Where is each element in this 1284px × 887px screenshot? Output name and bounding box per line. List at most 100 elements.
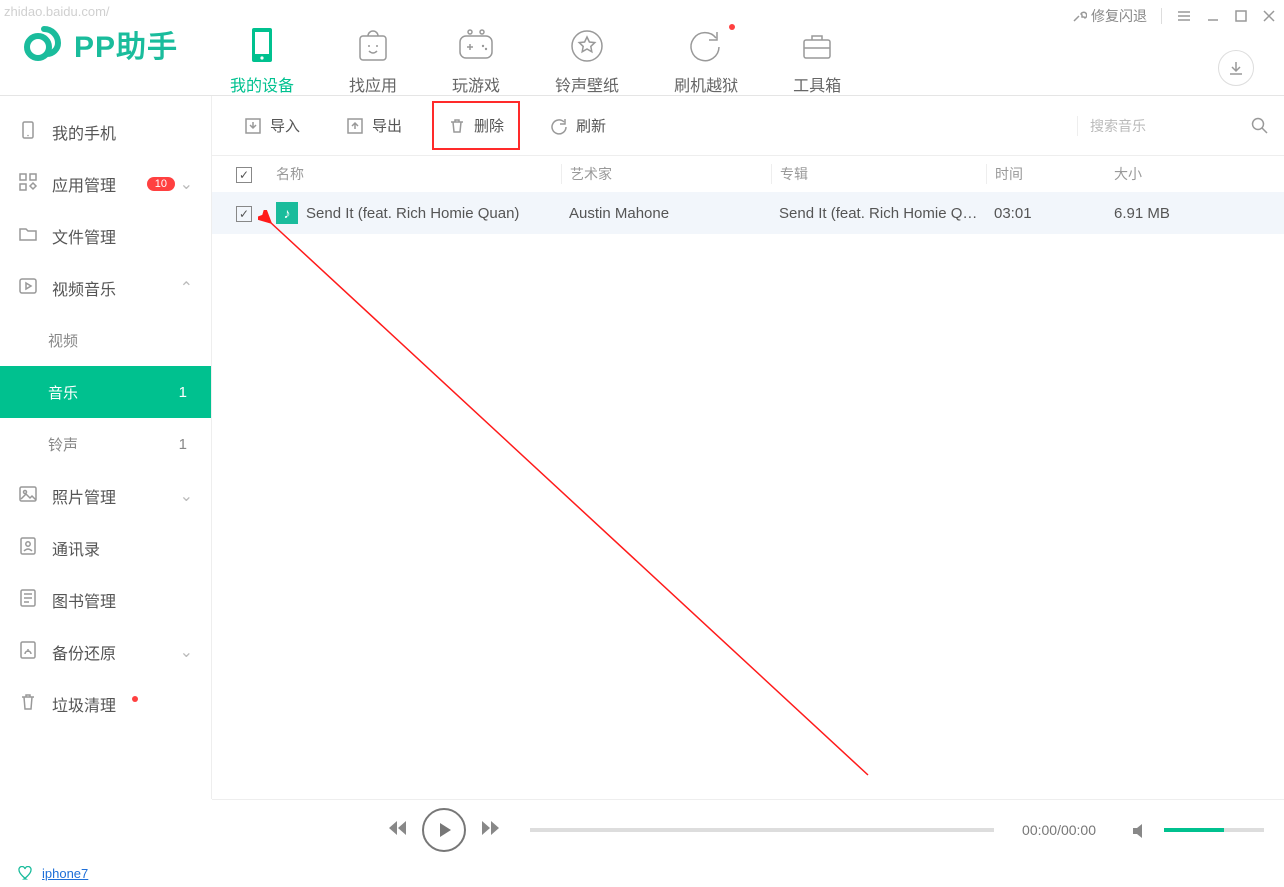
- refresh-button[interactable]: 刷新: [542, 109, 614, 142]
- logo: PP助手: [24, 22, 178, 66]
- trash-icon: [18, 692, 38, 717]
- search-icon[interactable]: [1250, 116, 1270, 136]
- sidebar-item-files[interactable]: 文件管理: [0, 210, 211, 262]
- sidebar-label: 音乐: [48, 382, 78, 403]
- count: 1: [179, 436, 187, 453]
- sidebar-label: 照片管理: [52, 484, 116, 508]
- chevron-down-icon: ⌄: [180, 486, 193, 506]
- fix-crash-button[interactable]: 修复闪退: [1071, 6, 1147, 26]
- table-header: ✓ 名称 艺术家 专辑 时间 大小: [212, 156, 1284, 192]
- cell-album: Send It (feat. Rich Homie Q…: [771, 205, 986, 222]
- badge: 10: [147, 177, 175, 191]
- sidebar-label: 应用管理: [52, 172, 116, 196]
- sidebar-subitem-video[interactable]: 视频: [0, 314, 211, 366]
- nav-label: 玩游戏: [452, 72, 500, 96]
- col-artist-header[interactable]: 艺术家: [561, 164, 771, 184]
- menu-icon[interactable]: [1176, 8, 1192, 24]
- backup-icon: [18, 640, 38, 665]
- sidebar-item-photos[interactable]: 照片管理 ⌄: [0, 470, 211, 522]
- sidebar-label: 文件管理: [52, 224, 116, 248]
- image-icon: [18, 484, 38, 509]
- delete-button[interactable]: 删除: [440, 109, 512, 142]
- col-album-header[interactable]: 专辑: [771, 164, 986, 184]
- tool-label: 导入: [270, 115, 300, 136]
- export-icon: [346, 117, 364, 135]
- nav-my-device[interactable]: 我的设备: [230, 26, 294, 96]
- cell-size: 6.91 MB: [1106, 205, 1284, 222]
- col-name-header[interactable]: 名称: [276, 164, 561, 184]
- notification-dot: [132, 696, 138, 702]
- cell-time: 03:01: [986, 205, 1106, 222]
- bag-icon: [356, 26, 390, 66]
- toolbox-icon: [799, 26, 835, 66]
- chevron-down-icon: ⌄: [180, 174, 193, 194]
- import-button[interactable]: 导入: [236, 109, 308, 142]
- search-input[interactable]: [1090, 118, 1240, 134]
- sidebar-item-apps[interactable]: 应用管理 10 ⌄: [0, 158, 211, 210]
- nav-flash[interactable]: 刷机越狱: [674, 26, 738, 96]
- sidebar-item-contacts[interactable]: 通讯录: [0, 522, 211, 574]
- nav-toolbox[interactable]: 工具箱: [793, 26, 841, 96]
- window-header: 修复闪退 PP助手 我的设备 找应用 玩游戏 铃声壁纸: [0, 0, 1284, 96]
- sidebar-label: 备份还原: [52, 640, 116, 664]
- checkbox-row[interactable]: ✓: [236, 206, 252, 222]
- checkbox-all[interactable]: ✓: [236, 167, 252, 183]
- refresh-icon: [688, 26, 724, 66]
- import-icon: [244, 117, 262, 135]
- nav-label: 我的设备: [230, 72, 294, 96]
- sidebar-subitem-ringtone[interactable]: 铃声 1: [0, 418, 211, 470]
- main-nav: 我的设备 找应用 玩游戏 铃声壁纸 刷机越狱 工具箱: [230, 10, 841, 96]
- volume-slider[interactable]: [1164, 828, 1264, 832]
- logo-icon: [24, 23, 66, 65]
- nav-ringtone[interactable]: 铃声壁纸: [555, 26, 619, 96]
- phone-icon: [18, 120, 38, 145]
- export-button[interactable]: 导出: [338, 109, 410, 142]
- minimize-icon[interactable]: [1206, 9, 1220, 23]
- apps-icon: [18, 172, 38, 197]
- fix-crash-label: 修复闪退: [1091, 6, 1147, 26]
- play-button[interactable]: [422, 808, 466, 852]
- player-bar: 00:00/00:00: [212, 799, 1284, 859]
- sidebar-item-video-music[interactable]: 视频音乐 ⌃: [0, 262, 211, 314]
- sidebar-item-books[interactable]: 图书管理: [0, 574, 211, 626]
- content-pane: 导入 导出 删除 刷新 ✓ 名称 艺术家 专辑 时间: [212, 96, 1284, 799]
- chevron-up-icon: ⌃: [180, 278, 193, 298]
- next-button[interactable]: [480, 817, 502, 842]
- notification-dot: [729, 24, 735, 30]
- sidebar-item-myphone[interactable]: 我的手机: [0, 106, 211, 158]
- sidebar-item-trash[interactable]: 垃圾清理: [0, 678, 211, 730]
- sidebar-subitem-music[interactable]: 音乐 1: [0, 366, 211, 418]
- play-icon: [18, 276, 38, 301]
- nav-games[interactable]: 玩游戏: [452, 26, 500, 96]
- maximize-icon[interactable]: [1234, 9, 1248, 23]
- download-icon[interactable]: [1218, 50, 1254, 86]
- sidebar-label: 视频音乐: [52, 276, 116, 300]
- prev-button[interactable]: [386, 817, 408, 842]
- close-icon[interactable]: [1262, 9, 1276, 23]
- table-row[interactable]: ✓ ♪ Send It (feat. Rich Homie Quan) Aust…: [212, 192, 1284, 234]
- star-icon: [569, 26, 605, 66]
- contacts-icon: [18, 536, 38, 561]
- col-time-header[interactable]: 时间: [986, 164, 1106, 184]
- volume-icon[interactable]: [1130, 820, 1150, 840]
- progress-bar[interactable]: [530, 828, 994, 832]
- nav-label: 铃声壁纸: [555, 72, 619, 96]
- device-link[interactable]: iphone7: [42, 866, 88, 881]
- sidebar-label: 图书管理: [52, 588, 116, 612]
- separator: [1161, 8, 1162, 24]
- nav-find-app[interactable]: 找应用: [349, 26, 397, 96]
- nav-label: 找应用: [349, 72, 397, 96]
- time-display: 00:00/00:00: [1022, 822, 1096, 838]
- tool-label: 导出: [372, 115, 402, 136]
- sidebar-item-backup[interactable]: 备份还原 ⌄: [0, 626, 211, 678]
- nav-label: 刷机越狱: [674, 72, 738, 96]
- folder-icon: [18, 224, 38, 249]
- toolbar: 导入 导出 删除 刷新: [212, 96, 1284, 156]
- logo-text: PP助手: [74, 22, 178, 66]
- tool-label: 删除: [474, 115, 504, 136]
- wrench-icon: [1071, 8, 1087, 24]
- trash-icon: [448, 117, 466, 135]
- col-size-header[interactable]: 大小: [1106, 164, 1284, 184]
- tool-label: 刷新: [576, 115, 606, 136]
- sidebar-label: 视频: [48, 330, 78, 351]
